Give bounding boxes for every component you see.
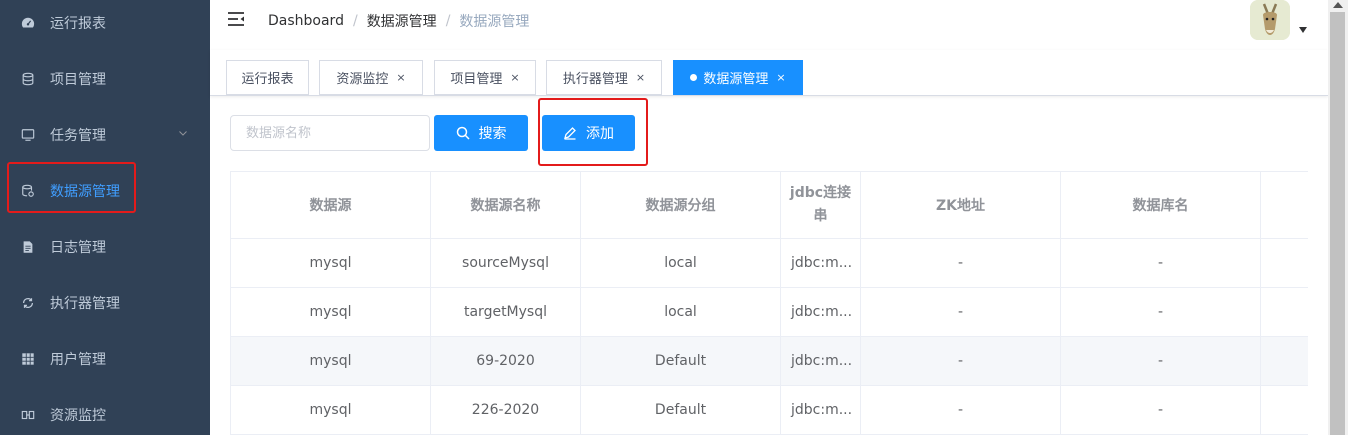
column-header: 数据源: [231, 172, 431, 238]
highlight-box-sidebar: [7, 162, 136, 213]
datasource-table: 数据源 数据源名称 数据源分组 jdbc连接串 ZK地址 数据库名 mysql …: [230, 171, 1308, 435]
table-cell: jdbc:m...: [781, 337, 861, 385]
sidebar-item-dashboard[interactable]: 运行报表: [0, 0, 210, 51]
sidebar-item-label: 运行报表: [50, 16, 106, 32]
caret-down-icon[interactable]: [1299, 27, 1307, 33]
table-cell: -: [861, 288, 1061, 336]
dashboard-icon: [21, 16, 35, 30]
table-cell: Default: [581, 386, 781, 434]
table-cell: mysql: [231, 239, 431, 287]
table-row[interactable]: mysql 69-2020 Default jdbc:m... - -: [231, 337, 1308, 386]
table-cell: -: [861, 239, 1061, 287]
table-cell: 226-2020: [431, 386, 581, 434]
table-cell: jdbc:m...: [781, 239, 861, 287]
table-cell: mysql: [231, 386, 431, 434]
table-cell: sourceMysql: [431, 239, 581, 287]
table-header-row: 数据源 数据源名称 数据源分组 jdbc连接串 ZK地址 数据库名: [231, 172, 1308, 239]
table-cell: mysql: [231, 288, 431, 336]
close-icon[interactable]: ×: [636, 71, 645, 84]
tag-label: 项目管理: [450, 72, 503, 87]
table-row[interactable]: mysql 226-2020 Default jdbc:m... - -: [231, 386, 1308, 435]
table-cell: -: [1061, 337, 1261, 385]
tag-datasource[interactable]: 数据源管理 ×: [673, 60, 803, 95]
sidebar-item-label: 用户管理: [50, 352, 106, 368]
breadcrumb-item-datasource-parent[interactable]: 数据源管理: [367, 11, 437, 31]
table-cell: mysql: [231, 337, 431, 385]
scrollbar-thumb[interactable]: [1330, 12, 1345, 435]
close-icon[interactable]: ×: [396, 71, 405, 84]
sidebar-item-label: 日志管理: [50, 240, 106, 256]
tag-label: 执行器管理: [562, 72, 628, 87]
table-cell: targetMysql: [431, 288, 581, 336]
table-cell: jdbc:m...: [781, 386, 861, 434]
tags-view-bar: 运行报表 资源监控 × 项目管理 × 执行器管理 × 数据源管理 ×: [210, 50, 1328, 96]
column-header: 数据源名称: [431, 172, 581, 238]
table-row[interactable]: mysql sourceMysql local jdbc:m... - -: [231, 239, 1308, 288]
table-cell: -: [1061, 288, 1261, 336]
tag-label: 资源监控: [336, 72, 389, 87]
sidebar-item-tasks[interactable]: 任务管理: [0, 107, 210, 163]
hamburger-menu-icon[interactable]: [227, 10, 245, 28]
breadcrumb-item-dashboard[interactable]: Dashboard: [268, 13, 344, 29]
sidebar-item-label: 资源监控: [50, 408, 106, 424]
datasource-name-search-input[interactable]: [230, 115, 430, 151]
table-cell: local: [581, 239, 781, 287]
table-row[interactable]: mysql targetMysql local jdbc:m... - -: [231, 288, 1308, 337]
tag-label: 运行报表: [241, 72, 294, 87]
database-icon: [21, 72, 35, 86]
table-cell: -: [1061, 386, 1261, 434]
table-cell: jdbc:m...: [781, 288, 861, 336]
sidebar-item-users[interactable]: 用户管理: [0, 331, 210, 387]
sidebar-item-label: 执行器管理: [50, 296, 120, 312]
highlight-box-add: [538, 98, 648, 166]
close-icon[interactable]: ×: [510, 71, 519, 84]
sidebar-item-label: 任务管理: [50, 128, 106, 144]
column-header: [1261, 172, 1308, 238]
avatar[interactable]: [1250, 0, 1290, 40]
close-icon[interactable]: ×: [776, 71, 785, 84]
document-icon: [21, 240, 35, 254]
tag-resource-monitor[interactable]: 资源监控 ×: [319, 60, 423, 95]
breadcrumb-item-current: 数据源管理: [459, 14, 530, 30]
table-cell: [1261, 337, 1308, 385]
table-cell: [1261, 288, 1308, 336]
sidebar-item-executors[interactable]: 执行器管理: [0, 275, 210, 331]
column-header: ZK地址: [861, 172, 1061, 238]
table-cell: Default: [581, 337, 781, 385]
breadcrumb-separator: /: [445, 13, 451, 29]
table-cell: -: [861, 386, 1061, 434]
tag-dashboard[interactable]: 运行报表: [226, 60, 309, 95]
chevron-down-icon: [179, 131, 187, 136]
tag-executors[interactable]: 执行器管理 ×: [546, 60, 662, 95]
search-button[interactable]: 搜索: [434, 115, 528, 151]
monitor-icon: [21, 128, 35, 142]
table-cell: [1261, 386, 1308, 434]
active-dot-icon: [690, 74, 698, 81]
sidebar-item-projects[interactable]: 项目管理: [0, 51, 210, 107]
tag-label: 数据源管理: [703, 72, 769, 87]
breadcrumb-separator: /: [352, 13, 358, 29]
column-header: 数据源分组: [581, 172, 781, 238]
sidebar: 运行报表 项目管理 任务管理 数据源管理 日志管理 执行器管理 用户管理 资源监…: [0, 0, 210, 435]
executor-icon: [21, 296, 35, 310]
table-cell: [1261, 239, 1308, 287]
search-button-label: 搜索: [478, 126, 507, 142]
navbar: Dashboard / 数据源管理 / 数据源管理: [210, 0, 1328, 50]
table-cell: local: [581, 288, 781, 336]
table-cell: -: [1061, 239, 1261, 287]
tag-projects[interactable]: 项目管理 ×: [434, 60, 536, 95]
column-header: jdbc连接串: [781, 172, 861, 238]
table-cell: -: [861, 337, 1061, 385]
sidebar-item-logs[interactable]: 日志管理: [0, 219, 210, 275]
search-icon: [456, 126, 470, 140]
scroll-up-arrow-icon[interactable]: [1333, 2, 1343, 8]
breadcrumb: Dashboard / 数据源管理 / 数据源管理: [268, 11, 529, 31]
table-cell: 69-2020: [431, 337, 581, 385]
sidebar-item-resources[interactable]: 资源监控: [0, 387, 210, 435]
sidebar-item-label: 项目管理: [50, 72, 106, 88]
resource-icon: [21, 408, 35, 422]
column-header: 数据库名: [1061, 172, 1261, 238]
users-grid-icon: [21, 352, 35, 366]
